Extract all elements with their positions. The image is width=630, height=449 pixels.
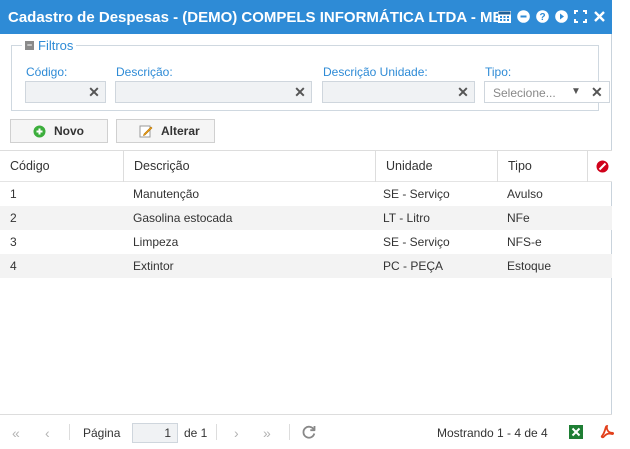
grid-header: Código Descrição Unidade Tipo: [0, 150, 612, 182]
cell-unidade: SE - Serviço: [383, 235, 450, 249]
codigo-label: Código:: [26, 65, 68, 79]
alterar-label: Alterar: [161, 124, 200, 138]
alterar-button[interactable]: Alterar: [116, 119, 215, 143]
cell-codigo: 1: [10, 187, 17, 201]
help-icon[interactable]: ?: [535, 9, 549, 23]
cell-tipo: NFS-e: [507, 235, 542, 249]
chevron-down-icon[interactable]: ▼: [571, 86, 581, 97]
title-bar-icons: ?: [497, 9, 606, 23]
cell-tipo: Avulso: [507, 187, 543, 201]
next-icon[interactable]: [554, 9, 568, 23]
page-count: de 1: [184, 426, 208, 440]
cell-descricao: Manutenção: [133, 187, 200, 201]
table-row[interactable]: 3 Limpeza SE - Serviço NFS-e: [0, 230, 612, 254]
cell-codigo: 3: [10, 235, 17, 249]
table-row[interactable]: 2 Gasolina estocada LT - Litro NFe: [0, 206, 612, 230]
cell-descricao: Gasolina estocada: [133, 211, 233, 225]
pager-divider: [216, 424, 217, 440]
next-page-icon[interactable]: ›: [234, 425, 239, 441]
column-header-codigo[interactable]: Código: [0, 151, 123, 182]
column-header-unidade[interactable]: Unidade: [375, 151, 497, 182]
add-icon: [33, 125, 46, 137]
svg-text:?: ?: [539, 12, 545, 23]
cell-codigo: 4: [10, 259, 17, 273]
tipo-clear-icon[interactable]: ✕: [591, 84, 603, 101]
column-header-descricao[interactable]: Descrição: [123, 151, 375, 182]
edit-icon: [139, 125, 153, 138]
cell-unidade: LT - Litro: [383, 211, 430, 225]
column-header-tipo[interactable]: Tipo: [497, 151, 587, 182]
minimize-icon[interactable]: [516, 9, 530, 23]
filters-legend-label: Filtros: [38, 38, 74, 53]
descricao-clear-icon[interactable]: ✕: [289, 81, 311, 103]
table-row[interactable]: 1 Manutenção SE - Serviço Avulso: [0, 182, 612, 206]
showing-count: Mostrando 1 - 4 de 4: [437, 426, 548, 440]
novo-label: Novo: [54, 124, 84, 138]
cell-unidade: SE - Serviço: [383, 187, 450, 201]
cadastro-despesas-window: Cadastro de Despesas - (DEMO) COMPELS IN…: [0, 0, 614, 449]
cell-unidade: PC - PEÇA: [383, 259, 444, 273]
excel-icon[interactable]: [569, 425, 583, 442]
pager: « ‹ Página 1 de 1 › » Mostrando 1 - 4 de…: [0, 414, 614, 449]
close-icon[interactable]: [592, 9, 606, 23]
unidade-clear-icon[interactable]: ✕: [452, 81, 474, 103]
descricao-field[interactable]: [115, 81, 312, 103]
pdf-icon[interactable]: [600, 425, 614, 442]
cell-descricao: Extintor: [133, 259, 174, 273]
tipo-select[interactable]: Selecione... ▼ ✕: [484, 81, 610, 103]
calendar-icon[interactable]: [497, 9, 511, 23]
tipo-label: Tipo:: [485, 65, 512, 79]
window-title: Cadastro de Despesas - (DEMO) COMPELS IN…: [8, 9, 503, 26]
pager-divider: [69, 424, 70, 440]
filters-legend[interactable]: − Filtros: [22, 38, 76, 53]
novo-button[interactable]: Novo: [10, 119, 108, 143]
clear-columns-icon[interactable]: [587, 151, 612, 182]
pager-divider: [289, 424, 290, 440]
descricao-label: Descrição:: [116, 65, 173, 79]
page-input[interactable]: 1: [132, 423, 178, 443]
table-row[interactable]: 4 Extintor PC - PEÇA Estoque: [0, 254, 612, 278]
page-label: Página: [83, 426, 121, 440]
collapse-icon[interactable]: −: [25, 41, 34, 50]
tipo-placeholder: Selecione...: [493, 86, 556, 100]
unidade-label: Descrição Unidade:: [323, 65, 428, 79]
prev-page-icon[interactable]: ‹: [45, 425, 50, 441]
refresh-icon[interactable]: [301, 424, 317, 443]
title-bar[interactable]: Cadastro de Despesas - (DEMO) COMPELS IN…: [0, 0, 612, 34]
first-page-icon[interactable]: «: [12, 425, 20, 441]
cell-tipo: Estoque: [507, 259, 552, 273]
cell-descricao: Limpeza: [133, 235, 179, 249]
cell-tipo: NFe: [507, 211, 530, 225]
codigo-clear-icon[interactable]: ✕: [83, 81, 105, 103]
last-page-icon[interactable]: »: [263, 425, 271, 441]
cell-codigo: 2: [10, 211, 17, 225]
maximize-icon[interactable]: [573, 9, 587, 23]
